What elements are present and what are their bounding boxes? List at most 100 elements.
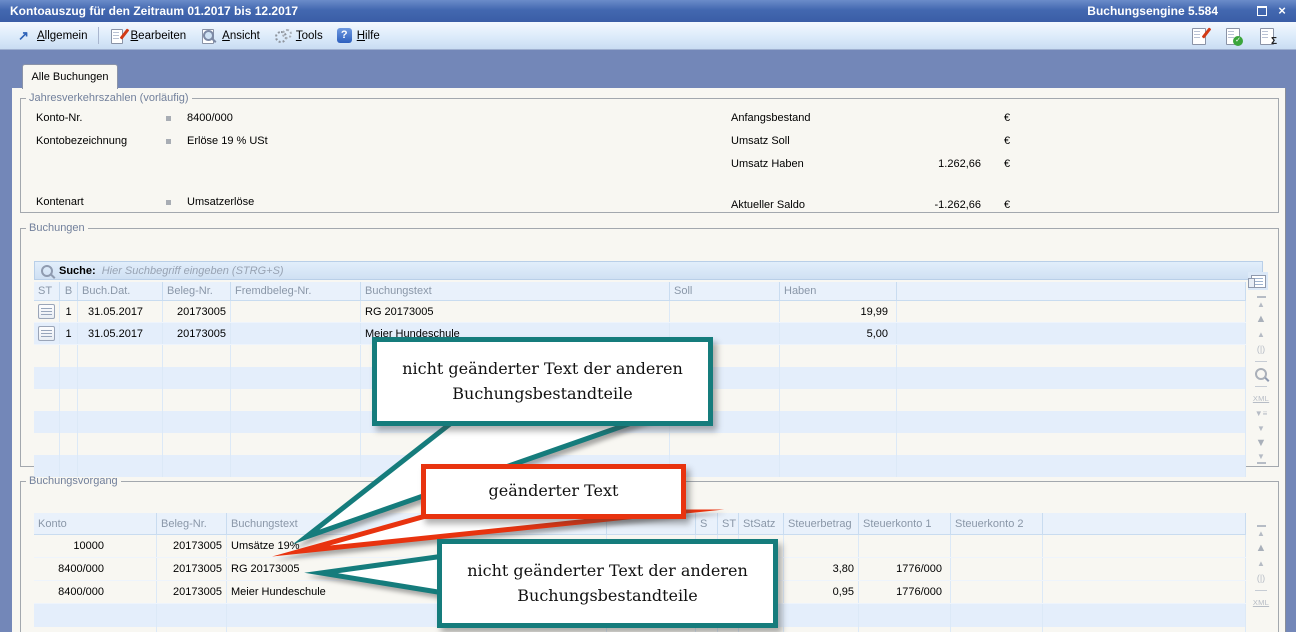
cell-steuerkonto1: 1776/000 xyxy=(859,581,951,603)
table-row[interactable]: 1 31.05.2017 20173005 RG 20173005 19,99 xyxy=(34,301,1246,323)
move-up-icon[interactable] xyxy=(1248,543,1274,554)
col-header[interactable]: Buchungstext xyxy=(361,282,670,300)
restore-icon[interactable] xyxy=(1254,4,1270,18)
menu-hilfe[interactable]: Hilfe xyxy=(330,26,387,45)
scroll-top-icon[interactable] xyxy=(1248,296,1274,310)
col-header[interactable]: Steuerkonto 1 xyxy=(859,513,951,534)
col-header[interactable]: Soll xyxy=(670,282,780,300)
search-icon xyxy=(41,265,53,277)
field-label: Kontobezeichnung xyxy=(36,135,127,147)
menu-ansicht[interactable]: Ansicht xyxy=(193,26,267,46)
arrow-up-right-icon: ↗ xyxy=(15,28,32,44)
scroll-bottom-icon[interactable] xyxy=(1248,453,1274,464)
close-icon[interactable] xyxy=(1274,3,1290,17)
col-header-filler xyxy=(897,282,1246,300)
cell-buchdat: 31.05.2017 xyxy=(78,301,163,322)
brackets-icon[interactable] xyxy=(1248,344,1274,355)
menu-tools[interactable]: Tools xyxy=(267,26,330,46)
document-check-icon[interactable] xyxy=(1224,27,1242,45)
col-header[interactable]: ST xyxy=(718,513,739,534)
field-value: -1.262,66 xyxy=(851,199,981,211)
search-icon[interactable] xyxy=(1255,368,1267,380)
col-header[interactable]: Konto xyxy=(34,513,157,534)
field-label: Anfangsbestand xyxy=(731,112,811,124)
section-legend: Buchungsvorgang xyxy=(26,475,121,487)
cell-steuerkonto2 xyxy=(951,535,1043,557)
magnifier-document-icon xyxy=(200,28,217,44)
gears-icon xyxy=(274,28,291,44)
bullet-icon xyxy=(166,200,171,205)
titlebar: Kontoauszug für den Zeitraum 01.2017 bis… xyxy=(0,0,1296,22)
field-value: Umsatzerlöse xyxy=(187,196,254,208)
field-value: 8400/000 xyxy=(187,112,233,124)
cell-belegnr: 20173005 xyxy=(157,581,227,603)
cell-belegnr: 20173005 xyxy=(163,323,231,344)
col-header[interactable]: S xyxy=(696,513,718,534)
divider xyxy=(1255,590,1267,591)
section-legend: Jahresverkehrszahlen (vorläufig) xyxy=(26,92,192,104)
divider xyxy=(1255,386,1267,387)
document-edit-icon[interactable] xyxy=(1190,27,1208,45)
col-header[interactable]: Haben xyxy=(780,282,897,300)
next-icon[interactable] xyxy=(1248,423,1274,434)
cell-steuerkonto1 xyxy=(859,535,951,557)
col-header[interactable]: Fremdbeleg-Nr. xyxy=(231,282,361,300)
xml-icon[interactable] xyxy=(1248,393,1274,404)
bullet-icon xyxy=(166,139,171,144)
cell-konto: 8400/000 xyxy=(34,558,157,580)
columns-icon[interactable] xyxy=(1248,272,1268,290)
prev-icon[interactable] xyxy=(1248,558,1274,569)
cell-belegnr: 20173005 xyxy=(157,535,227,557)
search-input[interactable]: Suche: Hier Suchbegriff eingeben (STRG+S… xyxy=(34,261,1263,280)
cell-steuerkonto2 xyxy=(951,558,1043,580)
document-sum-icon[interactable] xyxy=(1258,27,1276,45)
currency-label: € xyxy=(1004,112,1010,124)
cell-steuerkonto1: 1776/000 xyxy=(859,558,951,580)
col-header-filler xyxy=(1043,513,1246,534)
filter-icon[interactable] xyxy=(1248,408,1274,419)
bullet-icon xyxy=(166,116,171,121)
xml-icon[interactable] xyxy=(1248,597,1274,608)
cell-konto: 8400/000 xyxy=(34,581,157,603)
col-header[interactable]: Beleg-Nr. xyxy=(157,513,227,534)
move-down-icon[interactable] xyxy=(1248,438,1274,449)
callout-unchanged-text-top: nicht geänderter Text der anderen Buchun… xyxy=(372,337,713,426)
col-header[interactable]: Beleg-Nr. xyxy=(163,282,231,300)
brackets-icon[interactable] xyxy=(1248,573,1274,584)
cell-buchdat: 31.05.2017 xyxy=(78,323,163,344)
field-label: Kontenart xyxy=(36,196,84,208)
field-value: Erlöse 19 % USt xyxy=(187,135,268,147)
cell-steuerbetrag: 0,95 xyxy=(784,581,859,603)
cell-belegnr: 20173005 xyxy=(163,301,231,322)
col-header[interactable]: ST xyxy=(34,282,60,300)
cell-steuerkonto2 xyxy=(951,581,1043,603)
tab-alle-buchungen[interactable]: Alle Buchungen xyxy=(22,64,118,89)
divider xyxy=(1255,361,1267,362)
cell-fremdbeleg xyxy=(231,323,361,344)
currency-label: € xyxy=(1004,135,1010,147)
col-header[interactable]: Buch.Dat. xyxy=(78,282,163,300)
menu-allgemein[interactable]: ↗ Allgemein xyxy=(8,26,95,46)
menu-bearbeiten[interactable]: Bearbeiten xyxy=(102,26,194,46)
details-icon[interactable] xyxy=(38,304,55,319)
cell-b: 1 xyxy=(60,323,78,344)
app-window: Kontoauszug für den Zeitraum 01.2017 bis… xyxy=(0,0,1296,632)
section-legend: Buchungen xyxy=(26,222,88,234)
search-placeholder: Hier Suchbegriff eingeben (STRG+S) xyxy=(102,265,284,277)
cell-buchungstext: RG 20173005 xyxy=(361,301,670,322)
details-icon[interactable] xyxy=(38,326,55,341)
cell-steuerbetrag xyxy=(784,535,859,557)
col-header[interactable]: Steuerkonto 2 xyxy=(951,513,1043,534)
cell-belegnr: 20173005 xyxy=(157,558,227,580)
field-label: Umsatz Soll xyxy=(731,135,790,147)
scroll-top-icon[interactable] xyxy=(1248,525,1274,539)
currency-label: € xyxy=(1004,199,1010,211)
prev-icon[interactable] xyxy=(1248,329,1274,340)
cell-steuerbetrag: 3,80 xyxy=(784,558,859,580)
col-header[interactable]: B xyxy=(60,282,78,300)
move-up-icon[interactable] xyxy=(1248,314,1274,325)
cell-haben: 5,00 xyxy=(780,323,897,344)
col-header[interactable]: Steuerbetrag xyxy=(784,513,859,534)
cell-b: 1 xyxy=(60,301,78,322)
col-header[interactable]: StSatz xyxy=(739,513,784,534)
